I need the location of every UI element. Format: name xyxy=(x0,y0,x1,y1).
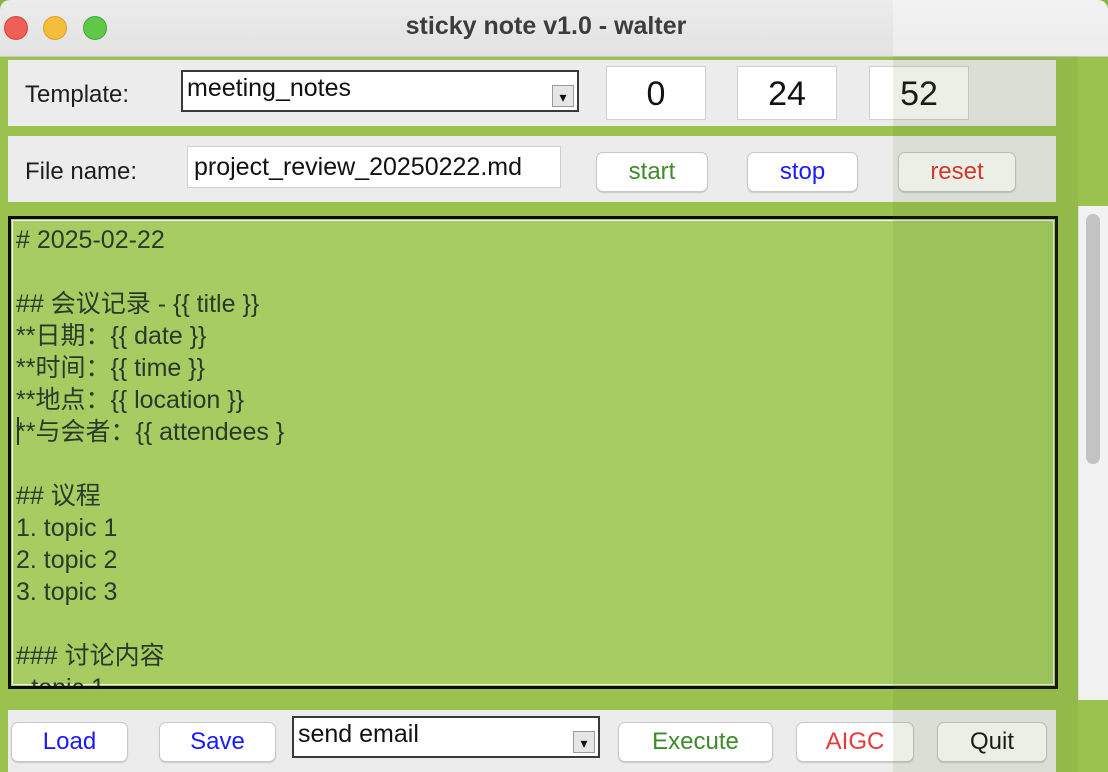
template-select-value: meeting_notes xyxy=(187,74,352,102)
stop-button[interactable]: stop xyxy=(747,152,858,192)
file-panel: File name: project_review_20250222.md st… xyxy=(8,136,1056,202)
counter-seconds: 52 xyxy=(869,66,969,120)
template-label: Template: xyxy=(25,81,130,108)
file-name-label: File name: xyxy=(25,158,138,185)
action-panel: Load Save send email ▾ Execute AIGC Quit xyxy=(8,710,1056,772)
note-editor[interactable]: # 2025-02-22 ## 会议记录 - {{ title }} **日期：… xyxy=(8,216,1058,689)
template-panel: Template: meeting_notes ▾ 0 24 52 xyxy=(8,60,1056,126)
reset-button[interactable]: reset xyxy=(898,152,1016,192)
text-caret xyxy=(17,417,19,445)
aigc-button[interactable]: AIGC xyxy=(796,722,914,762)
save-button[interactable]: Save xyxy=(159,722,276,762)
chevron-down-icon[interactable]: ▾ xyxy=(552,85,574,107)
title-bar: sticky note v1.0 - walter xyxy=(0,0,1108,57)
execute-button[interactable]: Execute xyxy=(618,722,773,762)
editor-scrollbar-thumb[interactable] xyxy=(1086,214,1100,464)
load-button[interactable]: Load xyxy=(11,722,128,762)
template-select[interactable]: meeting_notes ▾ xyxy=(181,70,579,112)
background-window-overlap xyxy=(893,0,1108,56)
chevron-down-icon[interactable]: ▾ xyxy=(573,731,595,753)
sticky-note-window: sticky note v1.0 - walter Template: meet… xyxy=(0,0,1108,772)
action-select[interactable]: send email ▾ xyxy=(292,716,600,758)
counter-minutes: 24 xyxy=(737,66,837,120)
quit-button[interactable]: Quit xyxy=(937,722,1047,762)
action-select-value: send email xyxy=(298,720,419,748)
editor-content[interactable]: # 2025-02-22 ## 会议记录 - {{ title }} **日期：… xyxy=(16,224,284,686)
start-button[interactable]: start xyxy=(596,152,708,192)
file-name-input[interactable]: project_review_20250222.md xyxy=(187,146,561,188)
counter-hours: 0 xyxy=(606,66,706,120)
